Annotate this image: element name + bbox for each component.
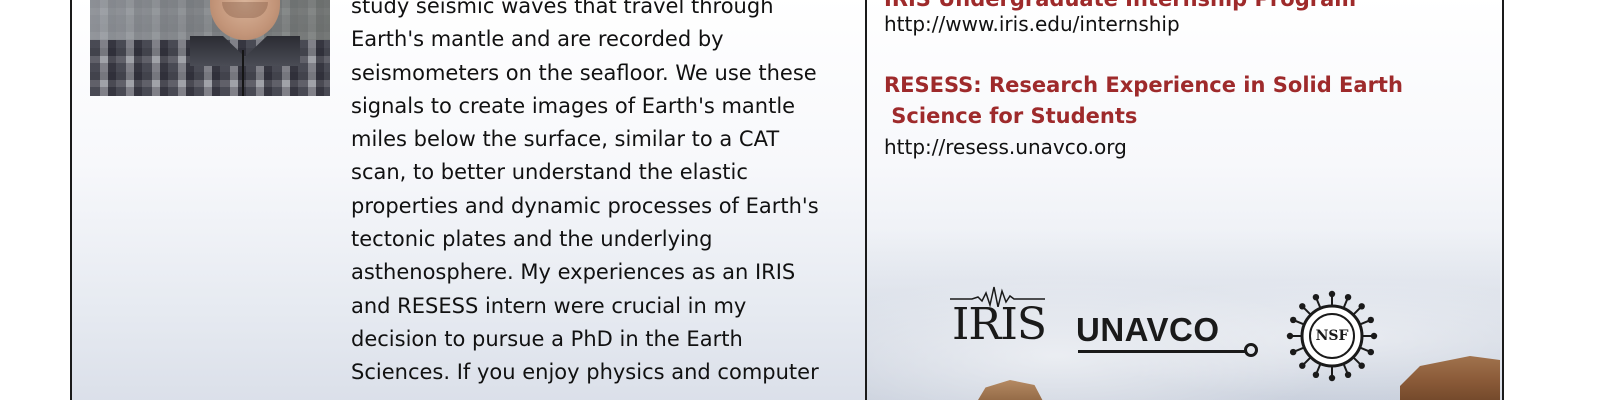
iris-logo-text: IRIS	[952, 299, 1047, 350]
unavco-underline	[1078, 350, 1246, 353]
bio-line: properties and dynamic processes of Eart…	[351, 193, 819, 218]
bio-line: scan, to better understand the elastic	[351, 160, 748, 185]
program-link-iris[interactable]: http://www.iris.edu/internship	[884, 10, 1180, 38]
bio-line: miles below the surface, similar to a CA…	[351, 127, 780, 152]
program-heading-resess: RESESS: Research Experience in Solid Ear…	[884, 73, 1403, 97]
bio-paragraph: study seismic waves that travel through …	[351, 0, 851, 390]
bio-line: tectonic plates and the underlying	[351, 227, 713, 252]
photo-lanyard	[242, 50, 244, 96]
bio-line: decision to pursue a PhD in the Earth	[351, 326, 743, 351]
nsf-logo-text: NSF	[1315, 328, 1349, 344]
iris-logo: IRIS	[950, 285, 1047, 355]
bio-line: asthenosphere. My experiences as an IRIS	[351, 260, 796, 285]
photo-collar	[190, 36, 300, 66]
nsf-logo: NSF	[1286, 290, 1378, 382]
unavco-logo-text: UNAVCO	[1076, 311, 1220, 348]
flyer-page: study seismic waves that travel through …	[0, 0, 1600, 400]
bio-line: study seismic waves that travel through	[351, 0, 774, 18]
program-heading-resess-line2: Science for Students	[884, 104, 1138, 128]
program-link-resess[interactable]: http://resess.unavco.org	[884, 133, 1127, 161]
intern-photo	[90, 0, 330, 96]
bio-line: Earth's mantle and are recorded by	[351, 27, 724, 52]
bio-line: Sciences. If you enjoy physics and compu…	[351, 360, 819, 385]
unavco-logo: UNAVCO	[1076, 312, 1276, 362]
bio-line: and RESESS intern were crucial in my	[351, 293, 747, 318]
unavco-ring-icon	[1244, 343, 1258, 357]
bio-line: seismometers on the seafloor. We use the…	[351, 60, 817, 85]
bio-line: signals to create images of Earth's mant…	[351, 93, 796, 118]
